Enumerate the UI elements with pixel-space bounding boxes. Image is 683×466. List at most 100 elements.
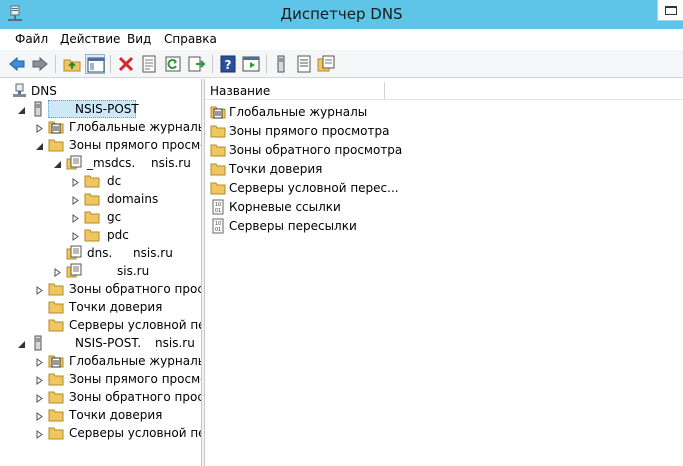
zone-icon <box>66 245 82 261</box>
list-item-label: Зоны прямого просмотра <box>229 124 390 138</box>
list-item[interactable]: 10 01 Корневые ссылки <box>210 198 510 217</box>
tree-item-global-logs-2[interactable]: Глобальные журналы <box>0 352 201 370</box>
folder-icon <box>210 180 226 196</box>
expand-arrow-icon[interactable] <box>71 212 80 223</box>
expand-arrow-icon[interactable] <box>35 428 44 439</box>
list-item[interactable]: Зоны прямого просмотра <box>210 122 510 141</box>
help-icon[interactable]: ? <box>218 54 238 74</box>
tree-label: DNS <box>31 84 57 98</box>
tree-item-dns-zone[interactable]: dns. nsis.ru <box>0 244 201 262</box>
server-icon <box>30 101 46 117</box>
server-icon[interactable] <box>271 54 291 74</box>
expand-arrow-icon[interactable] <box>35 356 44 367</box>
collapse-arrow-icon[interactable] <box>35 140 44 150</box>
folder-icon <box>210 161 226 177</box>
back-arrow-icon[interactable] <box>7 54 27 74</box>
expand-arrow-icon[interactable] <box>71 230 80 241</box>
tree-item-domains[interactable]: domains <box>0 190 201 208</box>
tree-item-dc[interactable]: dc <box>0 172 201 190</box>
collapse-arrow-icon[interactable] <box>17 104 26 114</box>
delete-icon[interactable] <box>116 54 136 74</box>
details-list[interactable]: Название Глобальные журналы Зоны прямого… <box>205 79 683 466</box>
tree-label: domains <box>107 192 159 206</box>
folder-icon <box>48 407 64 423</box>
list-item[interactable]: Глобальные журналы <box>210 103 510 122</box>
list-item-label: Серверы пересылки <box>229 219 357 233</box>
folder-icon <box>48 281 64 297</box>
tree-item-server-2[interactable]: NSIS-POST. nsis.ru <box>0 334 201 352</box>
up-folder-icon[interactable] <box>62 54 82 74</box>
expand-arrow-icon[interactable] <box>71 176 80 187</box>
console-view-icon[interactable] <box>241 54 261 74</box>
tree-item-reverse-zones-2[interactable]: Зоны обратного просмо <box>0 388 201 406</box>
tree-item-pdc[interactable]: pdc <box>0 226 201 244</box>
export-list-icon[interactable] <box>187 54 207 74</box>
menu-help[interactable]: Справка <box>164 32 217 46</box>
show-hide-tree-icon[interactable] <box>85 54 105 74</box>
collapse-arrow-icon[interactable] <box>53 158 62 168</box>
expand-arrow-icon[interactable] <box>53 266 62 277</box>
tree-item-server-1[interactable]: NSIS-POST <box>0 100 201 118</box>
server-icon <box>30 335 46 351</box>
expand-arrow-icon[interactable] <box>35 410 44 421</box>
svg-text:?: ? <box>225 58 232 72</box>
tree-label: nsis.ru <box>151 156 191 170</box>
tree-item-global-logs[interactable]: Глобальные журналы <box>0 118 201 136</box>
tree-label: nsis.ru <box>155 336 195 350</box>
tree-item-msdcs-zone[interactable]: _msdcs. nsis.ru <box>0 154 201 172</box>
column-header-name[interactable]: Название <box>205 82 385 100</box>
forward-arrow-icon[interactable] <box>30 54 50 74</box>
folder-icon <box>84 227 100 243</box>
tree-label: pdc <box>107 228 129 242</box>
expand-arrow-icon[interactable] <box>35 122 44 133</box>
menu-file[interactable]: Файл <box>15 32 48 46</box>
tree-item-trust-points-2[interactable]: Точки доверия <box>0 406 201 424</box>
menu-view[interactable]: Вид <box>127 32 151 46</box>
tree-item-dns[interactable]: DNS <box>0 82 201 100</box>
list-icon[interactable] <box>294 54 314 74</box>
menu-bar: Файл Действие Вид Справка <box>0 29 683 50</box>
list-item-label: Серверы условной перес... <box>229 181 399 195</box>
refresh-icon[interactable] <box>163 54 183 74</box>
tree-item-forward-zones-2[interactable]: Зоны прямого просмот <box>0 370 201 388</box>
list-item[interactable]: Серверы условной перес... <box>210 179 510 198</box>
tree-item-reverse-zones[interactable]: Зоны обратного просмо <box>0 280 201 298</box>
zone-icon <box>66 155 82 171</box>
tree-item-trust-points[interactable]: Точки доверия <box>0 298 201 316</box>
window-title: Диспетчер DNS <box>280 5 403 23</box>
list-item-label: Зоны обратного просмотра <box>229 143 403 157</box>
zone-icon <box>66 263 82 279</box>
expand-arrow-icon[interactable] <box>71 194 80 205</box>
zone-icon[interactable] <box>316 54 336 74</box>
list-item-label: Глобальные журналы <box>229 105 368 119</box>
tree-label: Зоны обратного просмо <box>69 282 201 296</box>
properties-icon[interactable] <box>139 54 159 74</box>
tree-label: Серверы условной пере <box>69 426 201 440</box>
tree-label: sis.ru <box>117 264 150 278</box>
title-bar[interactable]: Диспетчер DNS <box>0 0 683 29</box>
tree-item-conditional-forwarders-2[interactable]: Серверы условной пере <box>0 424 201 442</box>
expand-arrow-icon[interactable] <box>35 374 44 385</box>
expand-arrow-icon[interactable] <box>35 392 44 403</box>
tree-item-gc[interactable]: gc <box>0 208 201 226</box>
console-tree[interactable]: DNS NSIS-POST Глобальные журналы Зоны пр… <box>0 79 201 466</box>
list-item[interactable]: 10 01 Серверы пересылки <box>210 217 510 236</box>
tree-label: NSIS-POST. <box>75 336 142 350</box>
tree-item-forward-zones[interactable]: Зоны прямого просмотр <box>0 136 201 154</box>
tree-item-conditional-forwarders[interactable]: Серверы условной пер <box>0 316 201 334</box>
tree-item-domain-zone[interactable]: sis.ru <box>0 262 201 280</box>
binary-doc-icon: 10 01 <box>210 218 226 234</box>
list-item[interactable]: Точки доверия <box>210 160 510 179</box>
maximize-button[interactable] <box>657 0 683 21</box>
collapse-arrow-icon[interactable] <box>17 338 26 348</box>
folder-icon <box>48 137 64 153</box>
dns-root-icon <box>12 83 28 99</box>
folder-icon <box>210 123 226 139</box>
expand-arrow-icon[interactable] <box>35 284 44 295</box>
menu-action[interactable]: Действие <box>60 32 120 46</box>
list-item-label: Корневые ссылки <box>229 200 341 214</box>
folder-icon <box>84 173 100 189</box>
svg-text:01: 01 <box>215 227 221 233</box>
column-header-empty <box>385 82 683 100</box>
list-item[interactable]: Зоны обратного просмотра <box>210 141 510 160</box>
